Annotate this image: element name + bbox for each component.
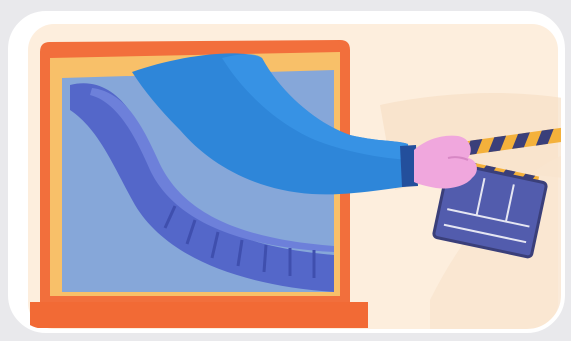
laptop-base <box>30 302 368 328</box>
hand <box>414 135 477 189</box>
illustration-canvas <box>8 11 565 333</box>
illustration-card <box>0 0 571 341</box>
